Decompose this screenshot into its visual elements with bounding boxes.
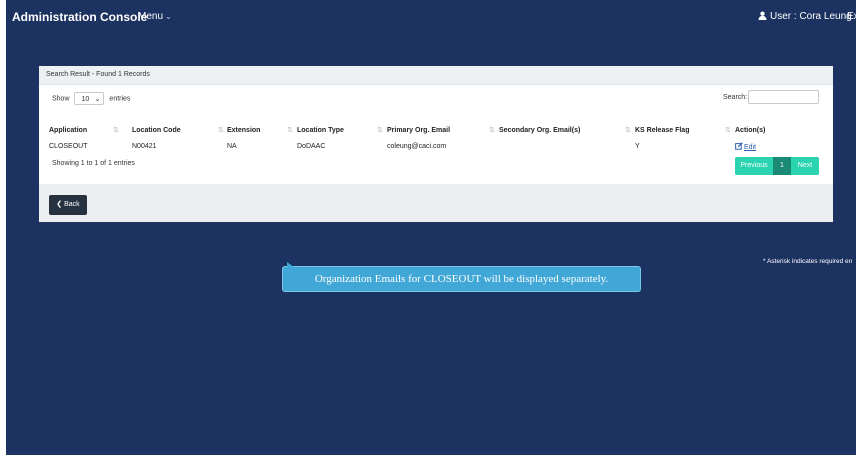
column-header-location-type[interactable]: Location Type bbox=[297, 122, 373, 138]
app-title[interactable]: Administration Console bbox=[12, 10, 147, 24]
column-header-secondary-email[interactable]: Secondary Org. Email(s) bbox=[499, 122, 621, 138]
column-header-ks-release-flag[interactable]: KS Release Flag bbox=[635, 122, 721, 138]
results-table: Application ⇅ Location Code ⇅ Extension … bbox=[49, 122, 795, 154]
chevron-down-icon: ⌄ bbox=[94, 96, 101, 103]
next-page-button[interactable]: Next bbox=[791, 157, 819, 175]
column-header-location-code[interactable]: Location Code bbox=[132, 122, 214, 138]
cell-actions: Edit bbox=[735, 138, 795, 154]
edit-link[interactable]: Edit bbox=[735, 141, 757, 151]
top-navbar: Administration Console Menu ⌄ User : Cora… bbox=[6, 0, 856, 36]
user-name: User : Cora Leung bbox=[770, 11, 852, 22]
page-size-value: 10 bbox=[81, 96, 90, 103]
cell-secondary-email bbox=[499, 138, 635, 154]
table-controls: Show 10 ⌄ entries Search: bbox=[39, 85, 833, 107]
required-note: * Asterisk indicates required en bbox=[763, 258, 853, 265]
table-row: CLOSEOUT N00421 NA DoDAAC coleung@caci.c… bbox=[49, 138, 795, 154]
page-1-button[interactable]: 1 bbox=[773, 157, 791, 175]
tooltip-arrow bbox=[287, 262, 294, 267]
search-result-panel: Search Result - Found 1 Records Show 10 ⌄… bbox=[39, 66, 833, 222]
sort-icon[interactable]: ⇅ bbox=[721, 122, 735, 138]
user-icon bbox=[758, 11, 767, 20]
sort-icon[interactable]: ⇅ bbox=[621, 122, 635, 138]
cell-application: CLOSEOUT bbox=[49, 142, 88, 150]
column-header-extension[interactable]: Extension bbox=[227, 122, 283, 138]
sort-icon[interactable]: ⇅ bbox=[283, 122, 297, 138]
sort-icon[interactable]: ⇅ bbox=[109, 122, 132, 138]
cell-location-code: N00421 bbox=[132, 142, 157, 150]
sort-icon[interactable]: ⇅ bbox=[214, 122, 227, 138]
cell-ks-release-flag: Y bbox=[635, 142, 640, 150]
page-size-control: Show 10 ⌄ entries bbox=[52, 92, 130, 105]
exit-link[interactable]: Ex bbox=[847, 11, 856, 22]
table-info: Showing 1 to 1 of 1 entries bbox=[52, 160, 135, 167]
column-header-actions: Action(s) bbox=[735, 126, 766, 134]
column-header-application[interactable]: Application bbox=[49, 122, 109, 138]
user-menu[interactable]: User : Cora Leung bbox=[758, 11, 852, 22]
edit-label: Edit bbox=[744, 143, 757, 151]
info-tooltip: Organization Emails for CLOSEOUT will be… bbox=[282, 262, 641, 292]
search-input[interactable] bbox=[748, 90, 819, 104]
sort-icon[interactable]: ⇅ bbox=[485, 122, 499, 138]
menu-dropdown[interactable]: Menu ⌄ bbox=[138, 11, 172, 22]
show-label: Show bbox=[52, 95, 70, 103]
page-size-select[interactable]: 10 ⌄ bbox=[74, 92, 105, 105]
panel-heading: Search Result - Found 1 Records bbox=[39, 66, 833, 85]
pagination: Previous 1 Next bbox=[735, 157, 819, 175]
previous-page-button[interactable]: Previous bbox=[735, 157, 773, 175]
search-label: Search: bbox=[723, 94, 748, 101]
back-button[interactable]: ❮ Back bbox=[49, 195, 87, 215]
app-window: Administration Console Menu ⌄ User : Cora… bbox=[6, 0, 856, 455]
entries-label: entries bbox=[109, 95, 131, 103]
chevron-left-icon: ❮ bbox=[56, 201, 63, 208]
chevron-down-icon: ⌄ bbox=[165, 12, 172, 21]
cell-location-type: DoDAAC bbox=[297, 142, 326, 150]
cell-extension: NA bbox=[227, 142, 237, 150]
menu-label: Menu bbox=[138, 11, 164, 22]
back-label: Back bbox=[64, 201, 80, 208]
cell-primary-email: coleung@caci.com bbox=[387, 142, 447, 150]
tooltip-text: Organization Emails for CLOSEOUT will be… bbox=[314, 273, 609, 285]
edit-icon bbox=[735, 141, 743, 150]
sort-asc-icon: ⇅ bbox=[113, 127, 119, 134]
panel-footer: ❮ Back bbox=[39, 184, 833, 222]
table-header-row: Application ⇅ Location Code ⇅ Extension … bbox=[49, 122, 795, 138]
column-header-primary-email[interactable]: Primary Org. Email bbox=[387, 122, 485, 138]
sort-icon[interactable]: ⇅ bbox=[373, 122, 387, 138]
